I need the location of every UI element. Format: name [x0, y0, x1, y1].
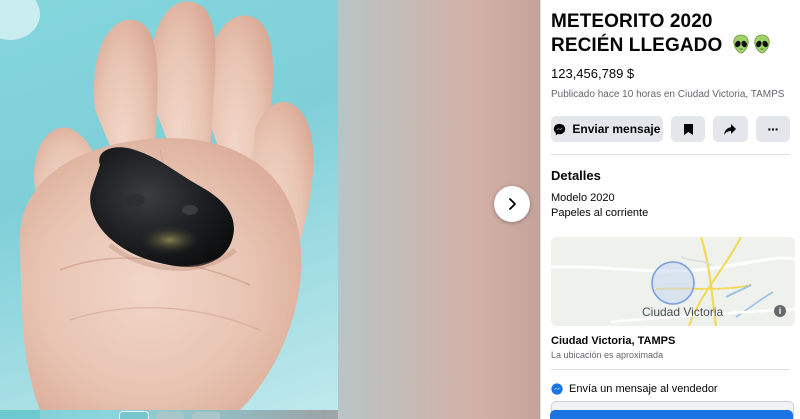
- detail-model: Modelo 2020: [551, 192, 615, 204]
- alien-emoji-icon: [754, 34, 770, 54]
- listing-price: 123,456,789 $: [551, 66, 635, 81]
- save-button[interactable]: [670, 116, 706, 142]
- listing-title: METEORITO 2020 RECIÉN LLEGADO: [551, 10, 790, 58]
- hand-with-meteorite-image: [0, 0, 314, 410]
- more-options-button[interactable]: ···: [755, 116, 791, 142]
- thumbnail[interactable]: [120, 412, 148, 419]
- thumbnail[interactable]: [192, 412, 220, 419]
- share-arrow-icon: [724, 123, 737, 135]
- messenger-icon: [551, 383, 563, 395]
- location-city: Ciudad Victoria, TAMPS: [551, 335, 676, 347]
- details-heading: Detalles: [551, 168, 601, 183]
- location-map[interactable]: Ciudad Victoria i: [551, 237, 795, 326]
- title-emojis: [732, 34, 771, 54]
- section-divider: [551, 369, 790, 370]
- send-button[interactable]: [550, 410, 793, 419]
- next-photo-button[interactable]: [494, 186, 530, 222]
- map-info-icon[interactable]: i: [774, 305, 786, 317]
- listing-details-panel: METEORITO 2020 RECIÉN LLEGADO 123,456,78…: [540, 0, 800, 419]
- send-message-button[interactable]: Enviar mensaje: [551, 116, 663, 142]
- map-city-label: Ciudad Victoria: [642, 305, 724, 319]
- detail-papers: Papeles al corriente: [551, 207, 649, 219]
- location-note: La ubicación es aproximada: [551, 350, 664, 360]
- messenger-icon: [554, 123, 566, 135]
- listing-photo[interactable]: [0, 0, 338, 410]
- thumbnail[interactable]: [156, 412, 184, 419]
- alien-emoji-icon: [733, 34, 749, 54]
- listing-posted-info: Publicado hace 10 horas en Ciudad Victor…: [551, 89, 785, 100]
- details-list: Modelo 2020 Papeles al corriente: [551, 191, 790, 221]
- listing-title-text: METEORITO 2020 RECIÉN LLEGADO: [551, 11, 723, 56]
- seller-message-heading: Envía un mensaje al vendedor: [569, 383, 718, 395]
- send-message-label: Enviar mensaje: [572, 122, 661, 136]
- chevron-right-icon: [509, 198, 516, 210]
- listing-actions: Enviar mensaje ···: [551, 116, 791, 142]
- more-options-icon: ···: [767, 121, 779, 137]
- photo-thumbnails: [120, 412, 220, 419]
- share-button[interactable]: [713, 116, 748, 142]
- section-divider: [551, 154, 790, 155]
- bookmark-icon: [683, 123, 693, 135]
- photo-viewer: [0, 0, 540, 419]
- seller-message-heading-row: Envía un mensaje al vendedor: [551, 383, 790, 395]
